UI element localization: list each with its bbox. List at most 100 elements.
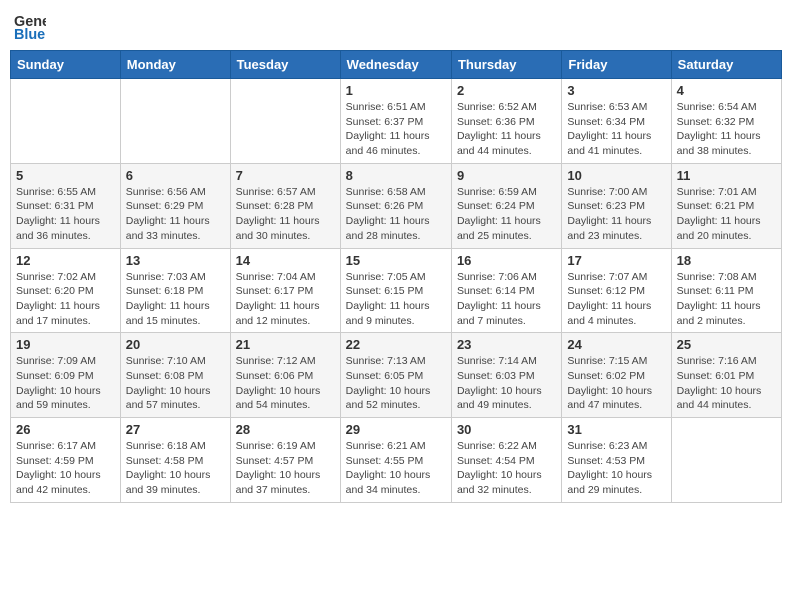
logo: General Blue [14, 10, 50, 42]
calendar-cell: 21 Sunrise: 7:12 AM Sunset: 6:06 PM Dayli… [230, 333, 340, 418]
calendar-cell: 11 Sunrise: 7:01 AM Sunset: 6:21 PM Dayli… [671, 163, 781, 248]
calendar-cell [230, 79, 340, 164]
calendar-cell: 19 Sunrise: 7:09 AM Sunset: 6:09 PM Dayli… [11, 333, 121, 418]
calendar-cell: 22 Sunrise: 7:13 AM Sunset: 6:05 PM Dayli… [340, 333, 451, 418]
day-number: 11 [677, 168, 776, 183]
day-info: Sunrise: 7:16 AM Sunset: 6:01 PM Dayligh… [677, 354, 776, 413]
calendar-cell: 26Sunrise: 6:17 AM Sunset: 4:59 PM Dayli… [11, 418, 121, 503]
calendar-cell: 13 Sunrise: 7:03 AM Sunset: 6:18 PM Dayli… [120, 248, 230, 333]
day-number: 23 [457, 337, 556, 352]
calendar-cell: 23 Sunrise: 7:14 AM Sunset: 6:03 PM Dayli… [451, 333, 561, 418]
day-info: Sunrise: 6:22 AM Sunset: 4:54 PM Dayligh… [457, 439, 556, 498]
calendar-cell: 5Sunrise: 6:55 AM Sunset: 6:31 PM Daylig… [11, 163, 121, 248]
calendar-cell: 24Sunrise: 7:15 AM Sunset: 6:02 PM Dayli… [562, 333, 671, 418]
calendar-week-row: 1Sunrise: 6:51 AM Sunset: 6:37 PM Daylig… [11, 79, 782, 164]
day-number: 16 [457, 253, 556, 268]
day-info: Sunrise: 7:13 AM Sunset: 6:05 PM Dayligh… [346, 354, 446, 413]
calendar-cell: 29 Sunrise: 6:21 AM Sunset: 4:55 PM Dayli… [340, 418, 451, 503]
day-number: 4 [677, 83, 776, 98]
calendar-week-row: 5Sunrise: 6:55 AM Sunset: 6:31 PM Daylig… [11, 163, 782, 248]
calendar-cell: 2Sunrise: 6:52 AM Sunset: 6:36 PM Daylig… [451, 79, 561, 164]
calendar-cell: 10 Sunrise: 7:00 AM Sunset: 6:23 PM Dayli… [562, 163, 671, 248]
calendar-cell: 3 Sunrise: 6:53 AM Sunset: 6:34 PM Daylig… [562, 79, 671, 164]
day-number: 5 [16, 168, 115, 183]
svg-text:Blue: Blue [14, 27, 45, 42]
calendar-cell: 1Sunrise: 6:51 AM Sunset: 6:37 PM Daylig… [340, 79, 451, 164]
day-info: Sunrise: 6:21 AM Sunset: 4:55 PM Dayligh… [346, 439, 446, 498]
day-number: 17 [567, 253, 665, 268]
day-info: Sunrise: 7:00 AM Sunset: 6:23 PM Dayligh… [567, 185, 665, 244]
day-of-week-header: Saturday [671, 51, 781, 79]
day-number: 1 [346, 83, 446, 98]
calendar-cell: 20Sunrise: 7:10 AM Sunset: 6:08 PM Dayli… [120, 333, 230, 418]
page-header: General Blue [10, 10, 782, 42]
day-info: Sunrise: 6:59 AM Sunset: 6:24 PM Dayligh… [457, 185, 556, 244]
calendar-cell: 6Sunrise: 6:56 AM Sunset: 6:29 PM Daylig… [120, 163, 230, 248]
calendar-cell: 25 Sunrise: 7:16 AM Sunset: 6:01 PM Dayli… [671, 333, 781, 418]
day-of-week-header: Tuesday [230, 51, 340, 79]
day-number: 29 [346, 422, 446, 437]
calendar-cell: 31 Sunrise: 6:23 AM Sunset: 4:53 PM Dayli… [562, 418, 671, 503]
day-info: Sunrise: 7:14 AM Sunset: 6:03 PM Dayligh… [457, 354, 556, 413]
day-of-week-header: Sunday [11, 51, 121, 79]
logo-icon: General Blue [14, 10, 46, 42]
calendar-cell: 16 Sunrise: 7:06 AM Sunset: 6:14 PM Dayli… [451, 248, 561, 333]
day-info: Sunrise: 6:18 AM Sunset: 4:58 PM Dayligh… [126, 439, 225, 498]
day-number: 2 [457, 83, 556, 98]
day-number: 24 [567, 337, 665, 352]
calendar-cell: 4 Sunrise: 6:54 AM Sunset: 6:32 PM Daylig… [671, 79, 781, 164]
calendar-cell: 14 Sunrise: 7:04 AM Sunset: 6:17 PM Dayli… [230, 248, 340, 333]
day-info: Sunrise: 7:07 AM Sunset: 6:12 PM Dayligh… [567, 270, 665, 329]
calendar-cell: 17 Sunrise: 7:07 AM Sunset: 6:12 PM Dayli… [562, 248, 671, 333]
day-number: 3 [567, 83, 665, 98]
calendar-cell: 12 Sunrise: 7:02 AM Sunset: 6:20 PM Dayli… [11, 248, 121, 333]
day-info: Sunrise: 6:58 AM Sunset: 6:26 PM Dayligh… [346, 185, 446, 244]
day-number: 28 [236, 422, 335, 437]
calendar-header-row: SundayMondayTuesdayWednesdayThursdayFrid… [11, 51, 782, 79]
day-info: Sunrise: 7:10 AM Sunset: 6:08 PM Dayligh… [126, 354, 225, 413]
day-number: 25 [677, 337, 776, 352]
day-of-week-header: Monday [120, 51, 230, 79]
day-number: 8 [346, 168, 446, 183]
day-number: 19 [16, 337, 115, 352]
day-info: Sunrise: 7:05 AM Sunset: 6:15 PM Dayligh… [346, 270, 446, 329]
calendar-week-row: 12 Sunrise: 7:02 AM Sunset: 6:20 PM Dayli… [11, 248, 782, 333]
day-info: Sunrise: 6:23 AM Sunset: 4:53 PM Dayligh… [567, 439, 665, 498]
calendar-cell [11, 79, 121, 164]
calendar-week-row: 26Sunrise: 6:17 AM Sunset: 4:59 PM Dayli… [11, 418, 782, 503]
day-info: Sunrise: 7:09 AM Sunset: 6:09 PM Dayligh… [16, 354, 115, 413]
day-number: 12 [16, 253, 115, 268]
day-number: 9 [457, 168, 556, 183]
day-number: 14 [236, 253, 335, 268]
day-number: 22 [346, 337, 446, 352]
calendar-week-row: 19 Sunrise: 7:09 AM Sunset: 6:09 PM Dayli… [11, 333, 782, 418]
day-info: Sunrise: 7:06 AM Sunset: 6:14 PM Dayligh… [457, 270, 556, 329]
day-info: Sunrise: 7:12 AM Sunset: 6:06 PM Dayligh… [236, 354, 335, 413]
day-info: Sunrise: 6:17 AM Sunset: 4:59 PM Dayligh… [16, 439, 115, 498]
day-number: 21 [236, 337, 335, 352]
calendar-cell [671, 418, 781, 503]
calendar-cell: 15 Sunrise: 7:05 AM Sunset: 6:15 PM Dayli… [340, 248, 451, 333]
calendar-cell [120, 79, 230, 164]
day-info: Sunrise: 6:54 AM Sunset: 6:32 PM Dayligh… [677, 100, 776, 159]
day-number: 27 [126, 422, 225, 437]
day-info: Sunrise: 7:01 AM Sunset: 6:21 PM Dayligh… [677, 185, 776, 244]
calendar-cell: 8 Sunrise: 6:58 AM Sunset: 6:26 PM Daylig… [340, 163, 451, 248]
calendar-cell: 7Sunrise: 6:57 AM Sunset: 6:28 PM Daylig… [230, 163, 340, 248]
day-of-week-header: Thursday [451, 51, 561, 79]
day-of-week-header: Wednesday [340, 51, 451, 79]
day-info: Sunrise: 6:57 AM Sunset: 6:28 PM Dayligh… [236, 185, 335, 244]
day-number: 10 [567, 168, 665, 183]
calendar-cell: 28Sunrise: 6:19 AM Sunset: 4:57 PM Dayli… [230, 418, 340, 503]
day-info: Sunrise: 7:04 AM Sunset: 6:17 PM Dayligh… [236, 270, 335, 329]
day-number: 13 [126, 253, 225, 268]
day-number: 30 [457, 422, 556, 437]
day-info: Sunrise: 7:02 AM Sunset: 6:20 PM Dayligh… [16, 270, 115, 329]
calendar-cell: 18Sunrise: 7:08 AM Sunset: 6:11 PM Dayli… [671, 248, 781, 333]
day-info: Sunrise: 7:03 AM Sunset: 6:18 PM Dayligh… [126, 270, 225, 329]
day-number: 15 [346, 253, 446, 268]
day-info: Sunrise: 6:53 AM Sunset: 6:34 PM Dayligh… [567, 100, 665, 159]
calendar-cell: 30 Sunrise: 6:22 AM Sunset: 4:54 PM Dayli… [451, 418, 561, 503]
day-number: 18 [677, 253, 776, 268]
day-number: 31 [567, 422, 665, 437]
